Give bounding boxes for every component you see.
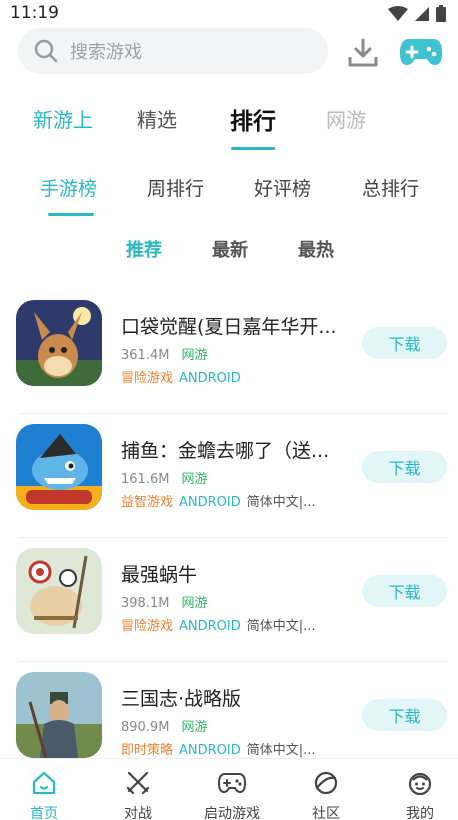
download-button[interactable]: 下载 — [362, 575, 447, 607]
filter-recommended[interactable]: 推荐 — [126, 236, 162, 262]
list-item[interactable]: 最强蜗牛 398.1M 网游 冒险游戏 ANDROID 简体中文|... 下载 — [0, 538, 458, 662]
game-title: 三国志·战略版 — [121, 688, 242, 710]
battery-icon — [436, 5, 446, 22]
search-placeholder: 搜索游戏 — [70, 42, 142, 63]
platform-tag: ANDROID — [179, 619, 241, 634]
filter-row: 推荐 最新 最热 — [0, 236, 458, 264]
online-badge: 网游 — [181, 472, 208, 487]
status-bar: 11:19 — [0, 0, 458, 26]
nav-launch-game-label: 启动游戏 — [204, 806, 260, 820]
gamepad-icon[interactable] — [398, 34, 444, 70]
game-title: 口袋觉醒(夏日嘉年华开... — [121, 316, 337, 338]
tab-new-games[interactable]: 新游上 — [33, 104, 93, 133]
search-row: 搜索游戏 — [18, 28, 446, 74]
tab-ranking[interactable]: 排行 — [230, 102, 276, 136]
language-tag: 简体中文|... — [246, 619, 316, 634]
subtab-top-rated[interactable]: 好评榜 — [254, 174, 311, 201]
game-icon — [16, 424, 102, 510]
game-icon — [16, 300, 102, 386]
genre-tag: 冒险游戏 — [121, 619, 174, 634]
download-button[interactable]: 下载 — [362, 327, 447, 359]
signal-icon — [415, 6, 429, 21]
game-icon — [16, 672, 102, 758]
bottom-nav: 首页 对战 启动游戏 社区 我的 — [0, 758, 458, 820]
subtab-mobile-chart[interactable]: 手游榜 — [40, 174, 97, 201]
list-item[interactable]: 口袋觉醒(夏日嘉年华开... 361.4M 网游 冒险游戏 ANDROID 下载 — [0, 290, 458, 414]
language-tag: 简体中文|... — [246, 743, 316, 758]
smiley-face-icon — [406, 769, 434, 797]
nav-profile-label: 我的 — [406, 806, 434, 820]
subtab-weekly[interactable]: 周排行 — [147, 174, 204, 201]
nav-community[interactable]: 社区 — [286, 769, 366, 820]
nav-launch-game[interactable]: 启动游戏 — [192, 769, 272, 820]
game-tags: 冒险游戏 ANDROID — [121, 367, 241, 386]
list-item[interactable]: 捕鱼：金蟾去哪了（送... 161.6M 网游 益智游戏 ANDROID 简体中文|.… — [0, 414, 458, 538]
planet-icon — [312, 769, 340, 797]
game-size: 890.9M — [121, 720, 170, 735]
platform-tag: ANDROID — [179, 371, 241, 386]
search-icon — [34, 39, 58, 63]
filter-latest[interactable]: 最新 — [212, 236, 248, 262]
tab-online-games[interactable]: 网游 — [326, 104, 366, 133]
game-size: 161.6M — [121, 472, 170, 487]
nav-home[interactable]: 首页 — [4, 769, 84, 820]
nav-home-label: 首页 — [30, 806, 58, 820]
ranking-sub-tabs: 手游榜 周排行 好评榜 总排行 — [0, 170, 458, 220]
online-badge: 网游 — [181, 720, 208, 735]
search-input[interactable]: 搜索游戏 — [18, 28, 328, 74]
platform-tag: ANDROID — [179, 495, 241, 510]
nav-battle[interactable]: 对战 — [98, 769, 178, 820]
status-time: 11:19 — [10, 3, 59, 23]
game-meta: 361.4M 网游 — [121, 344, 207, 363]
active-tab-indicator — [231, 147, 275, 150]
online-badge: 网游 — [181, 348, 208, 363]
home-icon — [30, 769, 58, 797]
filter-hottest[interactable]: 最热 — [298, 236, 334, 262]
nav-battle-label: 对战 — [124, 806, 152, 820]
download-button[interactable]: 下载 — [362, 699, 447, 731]
game-tags: 冒险游戏 ANDROID 简体中文|... — [121, 615, 316, 634]
game-meta: 890.9M 网游 — [121, 716, 207, 735]
main-tabs: 新游上 精选 排行 网游 — [0, 100, 458, 154]
game-meta: 398.1M 网游 — [121, 592, 207, 611]
active-subtab-indicator — [48, 213, 94, 216]
genre-tag: 冒险游戏 — [121, 371, 174, 386]
status-icons — [388, 5, 446, 22]
game-meta: 161.6M 网游 — [121, 468, 207, 487]
language-tag: 简体中文|... — [246, 495, 316, 510]
genre-tag: 益智游戏 — [121, 495, 174, 510]
download-icon[interactable] — [346, 36, 380, 70]
genre-tag: 即时策略 — [121, 743, 174, 758]
nav-community-label: 社区 — [312, 806, 340, 820]
game-tags: 益智游戏 ANDROID 简体中文|... — [121, 491, 316, 510]
nav-profile[interactable]: 我的 — [380, 769, 458, 820]
tab-featured[interactable]: 精选 — [137, 104, 177, 133]
platform-tag: ANDROID — [179, 743, 241, 758]
crossed-swords-icon — [124, 769, 152, 797]
game-icon — [16, 548, 102, 634]
download-button[interactable]: 下载 — [362, 451, 447, 483]
game-size: 398.1M — [121, 596, 170, 611]
game-title: 捕鱼：金蟾去哪了（送... — [121, 440, 330, 462]
subtab-overall[interactable]: 总排行 — [362, 174, 419, 201]
game-title: 最强蜗牛 — [121, 564, 198, 586]
gamepad-icon — [218, 769, 246, 797]
game-tags: 即时策略 ANDROID 简体中文|... — [121, 739, 316, 758]
online-badge: 网游 — [181, 596, 208, 611]
wifi-icon — [388, 5, 408, 21]
game-size: 361.4M — [121, 348, 170, 363]
